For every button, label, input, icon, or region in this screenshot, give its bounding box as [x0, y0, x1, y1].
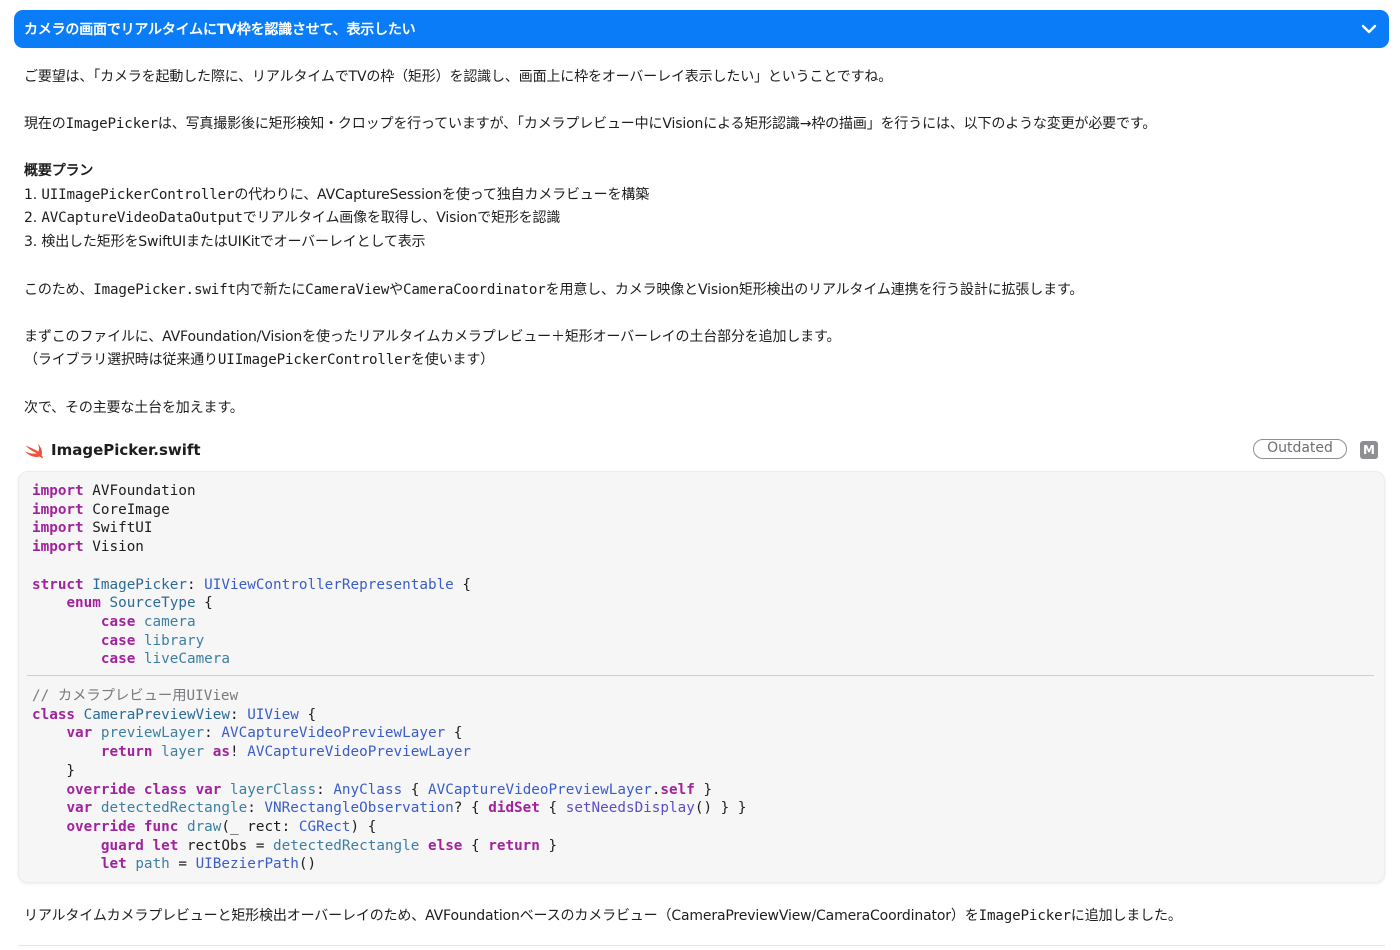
chevron-down-icon[interactable] — [1361, 22, 1377, 36]
swift-icon — [25, 443, 44, 459]
code-lines-top: import AVFoundation import CoreImage imp… — [32, 483, 472, 668]
intro-text: ご要望は、「カメラを起動した際に、リアルタイムでTVの枠（矩形）を認識し、画面上… — [24, 69, 893, 85]
plan-step-3: 3. 検出した矩形をSwiftUIまたはUIKitでオーバーレイとして表示 — [24, 234, 426, 250]
code-block[interactable]: import AVFoundation import CoreImage imp… — [18, 471, 1385, 883]
conversation-title: カメラの画面でリアルタイムにTV枠を認識させて、表示したい — [24, 22, 416, 38]
first-step-text: まずこのファイルに、AVFoundation/Visionを使ったリアルタイムカ… — [24, 329, 841, 345]
plan-step-1: 1. UIImagePickerControllerの代わりに、AVCaptur… — [24, 187, 650, 203]
plan-heading: 概要プラン — [24, 163, 94, 179]
next-step-text: 次で、その主要な土台を加えます。 — [24, 400, 244, 416]
conversation-header[interactable]: カメラの画面でリアルタイムにTV枠を認識させて、表示したい — [14, 10, 1389, 48]
file-name[interactable]: ImagePicker.swift — [51, 439, 201, 461]
modified-badge: M — [1360, 441, 1378, 459]
code-divider — [27, 675, 1374, 676]
design-text: このため、ImagePicker.swift内で新たにCameraViewやCa… — [24, 282, 1084, 298]
current-state-text: 現在のImagePickerは、写真撮影後に矩形検知・クロップを行っていますが、… — [24, 116, 1157, 132]
library-note-text: （ライブラリ選択時は従来通りUIImagePickerControllerを使い… — [24, 352, 495, 368]
outdated-badge: Outdated — [1253, 439, 1347, 459]
plan-step-2: 2. AVCaptureVideoDataOutputでリアルタイム画像を取得し… — [24, 210, 561, 226]
summary-text: リアルタイムカメラプレビューと矩形検出オーバーレイのため、AVFoundatio… — [24, 908, 1182, 924]
code-lines-bottom: // カメラプレビュー用UIView class CameraPreviewVi… — [32, 688, 747, 873]
file-header[interactable]: ImagePicker.swift Outdated M — [24, 439, 1380, 461]
message-divider — [18, 945, 1385, 946]
